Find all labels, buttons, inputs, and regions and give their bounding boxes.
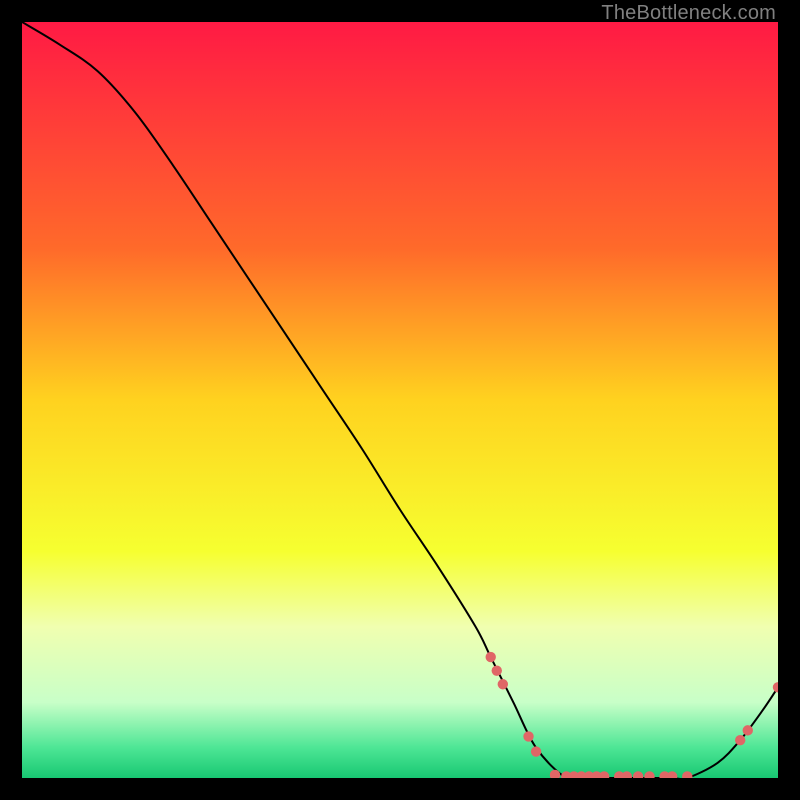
data-marker: [735, 735, 745, 745]
data-marker: [492, 665, 502, 675]
data-marker: [743, 725, 753, 735]
data-marker: [486, 652, 496, 662]
chart-frame: [22, 22, 778, 778]
data-marker: [523, 731, 533, 741]
data-marker: [531, 746, 541, 756]
bottleneck-chart: [22, 22, 778, 778]
gradient-background: [22, 22, 778, 778]
data-marker: [498, 679, 508, 689]
